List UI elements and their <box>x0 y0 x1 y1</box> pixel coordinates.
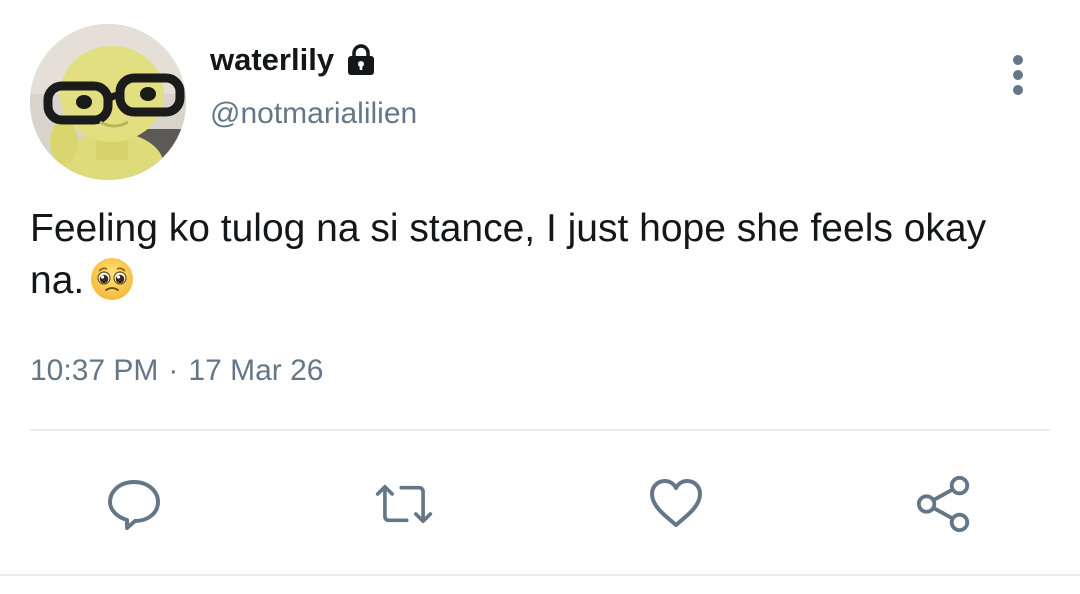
lock-icon <box>344 43 378 77</box>
timestamp[interactable]: 10:37 PM · 17 Mar 26 <box>30 350 324 392</box>
retweet-button[interactable] <box>374 474 434 534</box>
display-name-row[interactable]: waterlily <box>210 38 378 82</box>
avatar-image <box>30 24 186 180</box>
pleading-face-emoji-icon <box>90 257 134 301</box>
divider <box>30 429 1050 431</box>
display-name[interactable]: waterlily <box>210 38 334 82</box>
share-button[interactable] <box>914 474 974 534</box>
more-options-button[interactable] <box>998 52 1038 98</box>
share-icon <box>916 475 970 533</box>
reply-icon <box>108 480 160 530</box>
tweet-date: 17 Mar 26 <box>188 354 324 387</box>
tweet-text-block: Feeling ko tulog na si stance, I just ho… <box>30 203 1040 307</box>
timestamp-separator: · <box>168 354 179 387</box>
more-vertical-icon <box>1013 55 1023 95</box>
reply-button[interactable] <box>104 474 164 534</box>
tweet-time: 10:37 PM <box>30 354 159 387</box>
divider <box>0 574 1080 576</box>
avatar[interactable] <box>30 24 186 180</box>
like-button[interactable] <box>646 474 706 534</box>
heart-icon <box>650 479 702 527</box>
user-handle[interactable]: @notmarialilien <box>210 93 417 135</box>
retweet-icon <box>375 484 433 524</box>
tweet-text: Feeling ko tulog na si stance, I just ho… <box>30 207 987 302</box>
